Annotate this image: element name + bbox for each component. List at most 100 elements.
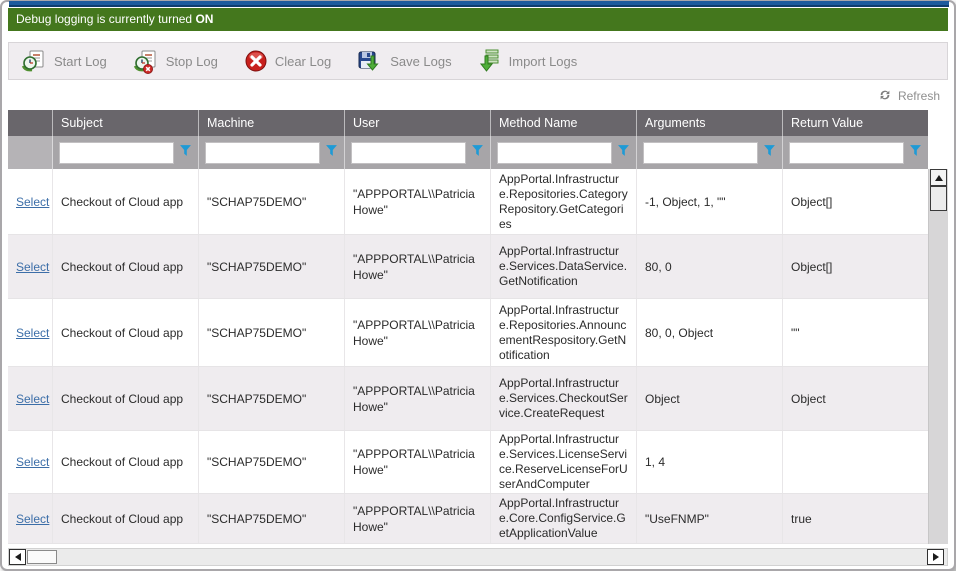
select-link[interactable]: Select	[16, 259, 49, 275]
return-value-cell: Object	[783, 367, 928, 430]
user-filter-input[interactable]	[351, 142, 466, 164]
browser-edge-strip	[9, 1, 949, 7]
header-cell-arguments[interactable]: Arguments	[637, 110, 783, 136]
import-logs-label: Import Logs	[509, 54, 578, 69]
user-cell: "APPPORTAL\\PatriciaHowe"	[345, 494, 491, 543]
subject-cell: Checkout of Cloud app	[53, 494, 199, 543]
save-logs-icon	[357, 48, 383, 74]
start-log-button[interactable]: Start Log	[21, 48, 107, 74]
header-cell-return-value[interactable]: Return Value	[783, 110, 928, 136]
save-logs-label: Save Logs	[390, 54, 451, 69]
subject-cell: Checkout of Cloud app	[53, 235, 199, 298]
arguments-cell: 1, 4	[637, 431, 783, 493]
select-link[interactable]: Select	[16, 511, 49, 527]
horizontal-scrollbar[interactable]	[8, 548, 948, 566]
import-logs-button[interactable]: Import Logs	[478, 48, 578, 74]
scroll-left-button[interactable]	[9, 549, 26, 565]
user-cell: "APPPORTAL\\PatriciaHowe"	[345, 235, 491, 298]
machine-cell: "SCHAP75DEMO"	[199, 299, 345, 366]
machine-cell: "SCHAP75DEMO"	[199, 494, 345, 543]
funnel-icon[interactable]	[763, 144, 776, 162]
filter-cell-return-value	[783, 136, 928, 169]
machine-cell: "SCHAP75DEMO"	[199, 431, 345, 493]
machine-filter-input[interactable]	[205, 142, 320, 164]
method-name-cell: AppPortal.Infrastructure.Repositories.An…	[491, 299, 637, 366]
arguments-cell: 80, 0	[637, 235, 783, 298]
start-log-label: Start Log	[54, 54, 107, 69]
table-row: Select Checkout of Cloud app "SCHAP75DEM…	[8, 235, 928, 299]
header-cell-machine[interactable]: Machine	[199, 110, 345, 136]
funnel-icon[interactable]	[909, 144, 922, 162]
vertical-scroll-thumb[interactable]	[930, 186, 947, 211]
stop-log-button[interactable]: Stop Log	[133, 48, 218, 74]
table-row: Select Checkout of Cloud app "SCHAP75DEM…	[8, 299, 928, 367]
import-logs-icon	[478, 48, 502, 74]
funnel-icon[interactable]	[617, 144, 630, 162]
user-cell: "APPPORTAL\\PatriciaHowe"	[345, 367, 491, 430]
table-body: Select Checkout of Cloud app "SCHAP75DEM…	[8, 169, 928, 544]
funnel-icon[interactable]	[179, 144, 192, 162]
return-value-filter-input[interactable]	[789, 142, 904, 164]
debug-status-banner: Debug logging is currently turned ON	[8, 8, 948, 31]
subject-filter-input[interactable]	[59, 142, 174, 164]
select-link[interactable]: Select	[16, 391, 49, 407]
subject-cell: Checkout of Cloud app	[53, 169, 199, 234]
refresh-icon	[878, 88, 892, 105]
clear-log-button[interactable]: Clear Log	[244, 49, 331, 73]
table-row: Select Checkout of Cloud app "SCHAP75DEM…	[8, 494, 928, 544]
clear-log-label: Clear Log	[275, 54, 331, 69]
machine-cell: "SCHAP75DEMO"	[199, 235, 345, 298]
stop-log-icon	[133, 48, 159, 74]
return-value-cell: Object[]	[783, 235, 928, 298]
machine-cell: "SCHAP75DEMO"	[199, 367, 345, 430]
horizontal-scroll-thumb[interactable]	[27, 550, 57, 564]
header-cell-method-name[interactable]: Method Name	[491, 110, 637, 136]
arguments-cell: Object	[637, 367, 783, 430]
select-link[interactable]: Select	[16, 454, 49, 470]
return-value-cell: true	[783, 494, 928, 543]
method-name-cell: AppPortal.Infrastructure.Services.Licens…	[491, 431, 637, 493]
filter-cell-blank	[8, 136, 53, 169]
filter-cell-subject	[53, 136, 199, 169]
header-cell-subject[interactable]: Subject	[53, 110, 199, 136]
filter-cell-arguments	[637, 136, 783, 169]
clear-log-icon	[244, 49, 268, 73]
table-row: Select Checkout of Cloud app "SCHAP75DEM…	[8, 169, 928, 235]
triangle-left-icon	[15, 553, 21, 561]
subject-cell: Checkout of Cloud app	[53, 431, 199, 493]
table-row: Select Checkout of Cloud app "SCHAP75DEM…	[8, 431, 928, 494]
save-logs-button[interactable]: Save Logs	[357, 48, 451, 74]
table-row: Select Checkout of Cloud app "SCHAP75DEM…	[8, 367, 928, 431]
start-log-icon	[21, 48, 47, 74]
triangle-up-icon	[935, 175, 943, 181]
vertical-scrollbar[interactable]	[928, 169, 948, 544]
log-toolbar: Start Log Stop Log	[8, 42, 948, 80]
subject-cell: Checkout of Cloud app	[53, 299, 199, 366]
select-link[interactable]: Select	[16, 325, 49, 341]
scroll-up-button[interactable]	[930, 169, 947, 186]
return-value-cell: ""	[783, 299, 928, 366]
arguments-cell: "UseFNMP"	[637, 494, 783, 543]
header-cell-user[interactable]: User	[345, 110, 491, 136]
arguments-filter-input[interactable]	[643, 142, 758, 164]
banner-status: ON	[195, 12, 213, 26]
filter-cell-machine	[199, 136, 345, 169]
method-name-cell: AppPortal.Infrastructure.Core.ConfigServ…	[491, 494, 637, 543]
stop-log-label: Stop Log	[166, 54, 218, 69]
return-value-cell: Object[]	[783, 169, 928, 234]
select-link[interactable]: Select	[16, 194, 49, 210]
refresh-button[interactable]: Refresh	[878, 86, 940, 106]
method-name-filter-input[interactable]	[497, 142, 612, 164]
filter-row	[8, 136, 928, 169]
arguments-cell: -1, Object, 1, ""	[637, 169, 783, 234]
header-cell-select	[8, 110, 53, 136]
subject-cell: Checkout of Cloud app	[53, 367, 199, 430]
funnel-icon[interactable]	[471, 144, 484, 162]
user-cell: "APPPORTAL\\PatriciaHowe"	[345, 169, 491, 234]
filter-cell-user	[345, 136, 491, 169]
funnel-icon[interactable]	[325, 144, 338, 162]
user-cell: "APPPORTAL\\PatriciaHowe"	[345, 299, 491, 366]
triangle-right-icon	[933, 553, 939, 561]
scroll-right-button[interactable]	[927, 549, 944, 565]
table-header-row: Subject Machine User Method Name Argumen…	[8, 110, 928, 136]
